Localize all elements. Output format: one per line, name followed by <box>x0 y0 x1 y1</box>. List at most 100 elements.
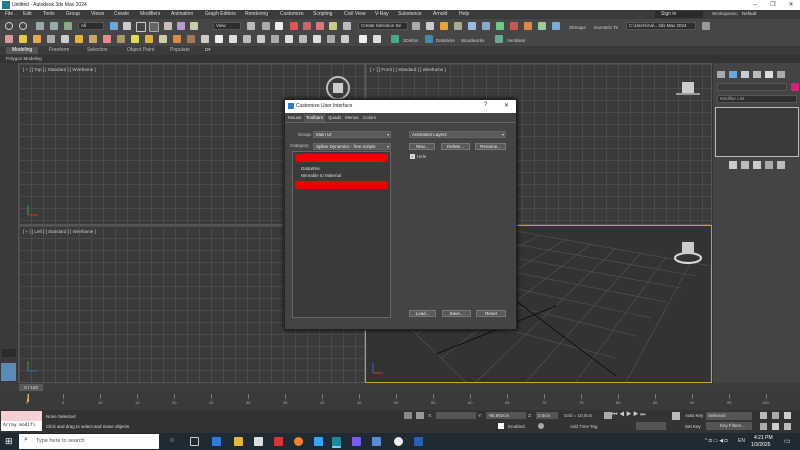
toolbar-label-woodworks[interactable]: Woodworks <box>461 38 484 43</box>
object-color-swatch[interactable] <box>791 83 799 91</box>
dialog-close-button[interactable]: ✕ <box>504 102 509 109</box>
tool-icon-15[interactable] <box>201 35 209 43</box>
menu-file[interactable]: File <box>5 11 13 17</box>
maximize-button[interactable]: ❐ <box>764 0 782 10</box>
make-unique-icon[interactable] <box>753 161 761 169</box>
save-button[interactable]: Save... <box>442 310 471 317</box>
tab-quads[interactable]: Quads <box>326 114 343 122</box>
time-tag-icon[interactable] <box>538 423 544 429</box>
curve-editor-icon[interactable] <box>482 22 490 30</box>
remove-modifier-icon[interactable] <box>765 161 773 169</box>
category-dropdown[interactable]: Spline Dynamics - free scripts <box>313 143 391 150</box>
viewport-nav-icon[interactable] <box>760 412 767 419</box>
ribbon-tab-modeling[interactable]: Modeling <box>6 47 39 54</box>
viewport-nav-icon[interactable] <box>772 423 779 430</box>
select-manipulate-icon[interactable] <box>262 22 270 30</box>
tool-icon-27[interactable] <box>373 35 381 43</box>
tool-icon-3[interactable] <box>33 35 41 43</box>
angle-snap-icon[interactable] <box>303 22 311 30</box>
spinner-snap-icon[interactable] <box>329 22 337 30</box>
app-icon[interactable] <box>394 437 403 446</box>
tool-icon-17[interactable] <box>229 35 237 43</box>
ribbon-options-icon[interactable]: ◘▾ <box>205 47 211 53</box>
rendered-frame-icon[interactable] <box>538 22 546 30</box>
viewport-nav-icon[interactable] <box>772 412 779 419</box>
action-list[interactable]: DataWire Wireable to Material <box>292 151 391 318</box>
menu-scripting[interactable]: Scripting <box>313 11 332 17</box>
hide-checkbox[interactable]: ✓ <box>410 154 415 159</box>
keyboard-shortcut-icon[interactable] <box>275 22 283 30</box>
menu-substance[interactable]: Substance <box>398 11 422 17</box>
tool-icon-9[interactable] <box>117 35 125 43</box>
isolate-selection-icon[interactable] <box>404 412 412 419</box>
move-icon[interactable] <box>164 22 172 30</box>
rotate-icon[interactable] <box>177 22 185 30</box>
reset-button[interactable]: Reset <box>476 310 506 317</box>
load-button[interactable]: Load... <box>409 310 436 317</box>
tool-icon-6[interactable] <box>75 35 83 43</box>
tool-icon-12[interactable] <box>159 35 167 43</box>
ribbon-tab-object-paint[interactable]: Object Paint <box>127 47 154 53</box>
named-selection-set-dropdown[interactable]: Create Selection Se <box>358 22 408 30</box>
delete-toolbar-button[interactable]: Delete... <box>441 143 470 150</box>
select-by-name-icon[interactable] <box>123 22 131 30</box>
configure-sets-icon[interactable] <box>777 161 785 169</box>
system-tray-icons[interactable]: ^ ◘ ▭ ◀ ◘ <box>705 438 728 444</box>
menu-views[interactable]: Views <box>91 11 104 17</box>
word-icon[interactable] <box>414 437 423 446</box>
toolbar-dropdown[interactable]: Animation Layers <box>409 131 506 138</box>
time-config-icon[interactable] <box>604 412 612 419</box>
align-icon[interactable] <box>426 22 434 30</box>
tool-icon-1[interactable] <box>5 35 13 43</box>
viewport-top-label[interactable]: [ + ] [ Top ] [ Standard ] [ Wireframe ] <box>23 67 96 72</box>
menu-group[interactable]: Group <box>66 11 80 17</box>
z-coordinate-field[interactable]: 0.0cm <box>536 412 558 419</box>
schematic-view-icon[interactable] <box>496 22 504 30</box>
scene-explorer-icon[interactable] <box>440 22 448 30</box>
selected-dropdown[interactable]: Selected <box>706 412 752 420</box>
modifier-stack[interactable] <box>715 107 799 157</box>
tool-icon-8[interactable] <box>103 35 111 43</box>
selection-lock-icon[interactable] <box>416 412 424 419</box>
ribbon-panel-label[interactable]: Polygon Modeling <box>6 56 42 61</box>
redo-icon[interactable] <box>19 22 27 30</box>
layer-explorer-icon[interactable] <box>454 22 462 30</box>
app-icon[interactable] <box>352 437 361 446</box>
modify-panel-icon[interactable] <box>729 71 737 78</box>
toolbar-label-ventilator[interactable]: Ventilator <box>507 38 526 43</box>
list-item[interactable]: Wireable to Material <box>301 173 341 178</box>
tab-colors[interactable]: Colors <box>361 114 378 122</box>
show-end-result-icon[interactable] <box>741 161 749 169</box>
dialog-title-bar[interactable]: Customize User Interface ? ✕ <box>285 100 516 113</box>
mirror-icon[interactable] <box>412 22 420 30</box>
menu-graph-editors[interactable]: Graph Editors <box>205 11 236 17</box>
tool-icon-24[interactable] <box>327 35 335 43</box>
x-coordinate-field[interactable] <box>436 412 476 419</box>
render-icon[interactable] <box>552 22 560 30</box>
menu-help[interactable]: Help <box>459 11 469 17</box>
menu-modifiers[interactable]: Modifiers <box>140 11 160 17</box>
tool-icon-14[interactable] <box>187 35 195 43</box>
tool-icon-16[interactable] <box>215 35 223 43</box>
edge-icon[interactable] <box>212 437 221 446</box>
menu-civil-view[interactable]: Civil View <box>344 11 366 17</box>
sign-in-button[interactable]: Sign in <box>655 11 703 18</box>
viewport-nav-icon[interactable] <box>784 423 791 430</box>
render-setup-icon[interactable] <box>524 22 532 30</box>
menu-rendering[interactable]: Rendering <box>245 11 268 17</box>
utilities-panel-icon[interactable] <box>777 71 785 78</box>
selection-filter-dropdown[interactable]: All <box>78 22 104 30</box>
toolbar-label-3dmaps[interactable]: 3Dmaps <box>569 25 586 30</box>
add-time-tag[interactable]: Add Time Tag <box>570 424 597 429</box>
ribbon-tab-populate[interactable]: Populate <box>170 47 190 53</box>
app-icon[interactable] <box>274 437 283 446</box>
current-frame-field[interactable] <box>636 422 666 430</box>
tool-icon-10[interactable] <box>131 35 139 43</box>
clock-time[interactable]: 4:21 PM <box>754 435 773 441</box>
tool-icon-22[interactable] <box>299 35 307 43</box>
taskbar-search-box[interactable]: ⌕ Type here to search <box>19 434 159 449</box>
task-view-icon[interactable] <box>190 437 199 446</box>
time-slider-thumb[interactable]: 0 / 100 <box>19 384 43 391</box>
percent-snap-icon[interactable] <box>316 22 324 30</box>
snaps-toggle-icon[interactable] <box>290 22 298 30</box>
